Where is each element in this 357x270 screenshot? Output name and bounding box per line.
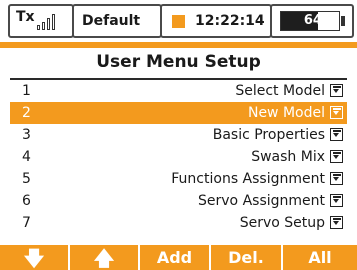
list-item[interactable]: 6 Servo Assignment — [10, 190, 347, 212]
header-divider — [0, 42, 357, 48]
add-button[interactable]: Add — [140, 245, 211, 270]
item-number: 6 — [22, 193, 31, 209]
status-square-icon — [172, 14, 185, 28]
dropdown-icon[interactable] — [330, 150, 343, 163]
battery-percent: 64% — [303, 13, 335, 28]
item-number: 7 — [22, 215, 31, 231]
status-bar: Tx Default 12:22:14 64% — [0, 0, 357, 42]
list-item[interactable]: 4 Swash Mix — [10, 146, 347, 168]
clock-time: 12:22:14 — [195, 13, 265, 29]
delete-button[interactable]: Del. — [211, 245, 283, 270]
move-up-button[interactable]: 🡅 — [70, 245, 140, 270]
timer-box: 12:22:14 — [160, 4, 272, 38]
item-label: Select Model — [235, 83, 325, 99]
item-number: 4 — [22, 149, 31, 165]
list-item-selected[interactable]: 2 New Model — [10, 102, 347, 124]
move-down-button[interactable]: 🡇 — [0, 245, 70, 270]
list-item[interactable]: 5 Functions Assignment — [10, 168, 347, 190]
user-menu-list[interactable]: 1 Select Model 2 New Model 3 Basic Prope… — [10, 80, 347, 238]
tx-signal-indicator: Tx — [8, 4, 74, 38]
dropdown-icon[interactable] — [330, 194, 343, 207]
item-label: Functions Assignment — [171, 171, 325, 187]
item-number: 3 — [22, 127, 31, 143]
item-number: 2 — [22, 105, 31, 121]
battery-icon: 64% — [280, 11, 340, 31]
arrow-down-icon: 🡇 — [23, 245, 45, 270]
battery-tip — [341, 16, 345, 26]
arrow-up-icon: 🡅 — [93, 245, 115, 270]
dropdown-icon[interactable] — [330, 106, 343, 119]
battery-box: 64% — [270, 4, 354, 38]
model-name-box[interactable]: Default — [72, 4, 162, 38]
list-item[interactable]: 7 Servo Setup — [10, 212, 347, 234]
signal-strength-icon — [36, 12, 55, 30]
model-name: Default — [82, 13, 141, 29]
all-button[interactable]: All — [283, 245, 357, 270]
item-number: 5 — [22, 171, 31, 187]
list-item[interactable]: 3 Basic Properties — [10, 124, 347, 146]
item-label: Servo Assignment — [198, 193, 325, 209]
dropdown-icon[interactable] — [330, 84, 343, 97]
dropdown-icon[interactable] — [330, 172, 343, 185]
item-label: Basic Properties — [212, 127, 325, 143]
dropdown-icon[interactable] — [330, 128, 343, 141]
item-label: Swash Mix — [251, 149, 325, 165]
item-number: 1 — [22, 83, 31, 99]
bottom-button-bar: 🡇 🡅 Add Del. All — [0, 245, 357, 270]
dropdown-icon[interactable] — [330, 216, 343, 229]
page-title: User Menu Setup — [96, 52, 261, 72]
item-label: Servo Setup — [239, 215, 325, 231]
item-label: New Model — [247, 105, 325, 121]
list-item[interactable]: 1 Select Model — [10, 80, 347, 102]
tx-label: Tx — [16, 9, 35, 25]
